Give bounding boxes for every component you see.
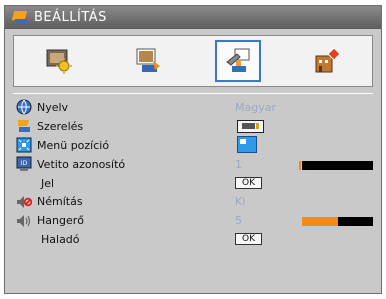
menu-position-label: Menü pozíció	[37, 138, 110, 152]
globe-icon	[15, 99, 33, 115]
row-menu-position[interactable]: Menü pozíció	[15, 135, 375, 155]
options-icon	[315, 47, 341, 73]
volume-label: Hangerő	[37, 214, 84, 228]
title-bar: BEÁLLÍTÁS	[5, 6, 381, 29]
tab-display[interactable]	[125, 40, 171, 82]
volume-icon	[15, 213, 33, 229]
projector-id-slider[interactable]	[302, 160, 373, 170]
divider	[13, 93, 373, 94]
signal-label: Jel	[41, 176, 55, 190]
installation-icon	[15, 118, 33, 134]
tab-bar	[13, 35, 373, 87]
row-projector-id[interactable]: ID Vetito azonosító 1	[15, 155, 375, 174]
tab-setup[interactable]	[214, 40, 261, 82]
volume-slider[interactable]	[302, 217, 373, 227]
volume-value: 5	[235, 214, 242, 228]
svg-text:ID: ID	[21, 160, 28, 167]
row-volume[interactable]: Hangerő 5	[15, 211, 375, 230]
row-advanced[interactable]: Haladó OK	[15, 230, 375, 249]
language-value[interactable]: Magyar	[235, 101, 276, 114]
mute-icon	[15, 194, 33, 210]
window-title: BEÁLLÍTÁS	[34, 10, 107, 25]
installation-mode-icon[interactable]	[237, 119, 264, 133]
row-signal[interactable]: Jel OK	[15, 174, 375, 193]
image-settings-icon	[46, 49, 72, 74]
row-language[interactable]: Nyelv Magyar	[15, 98, 375, 117]
mute-value[interactable]: Ki	[235, 195, 245, 208]
projector-id-slider-marker	[299, 160, 301, 170]
tab-image[interactable]	[36, 40, 82, 82]
setup-title-icon	[11, 11, 28, 24]
mute-label: Némítás	[37, 195, 83, 209]
menu-position-icon	[15, 137, 33, 153]
projector-id-icon: ID	[15, 156, 33, 172]
row-mute[interactable]: Némítás Ki	[15, 192, 375, 211]
signal-ok-button[interactable]: OK	[235, 176, 262, 189]
advanced-ok-button[interactable]: OK	[235, 233, 262, 246]
row-installation[interactable]: Szerelés	[15, 117, 375, 136]
installation-label: Szerelés	[37, 119, 84, 133]
setup-icon	[225, 48, 250, 72]
projector-id-label: Vetito azonosító	[37, 157, 126, 171]
osd-menu-window: BEÁLLÍTÁS Nyelv Magyar Szerelés Menü poz…	[4, 5, 382, 294]
advanced-label: Haladó	[41, 233, 80, 247]
menu-position-value-icon[interactable]	[237, 135, 257, 153]
settings-list: Nyelv Magyar Szerelés Menü pozíció ID Ve…	[15, 98, 375, 249]
language-label: Nyelv	[37, 100, 69, 114]
volume-slider-fill	[302, 217, 338, 227]
projector-id-value: 1	[235, 157, 242, 171]
display-settings-icon	[136, 48, 161, 72]
tab-options[interactable]	[304, 40, 350, 82]
